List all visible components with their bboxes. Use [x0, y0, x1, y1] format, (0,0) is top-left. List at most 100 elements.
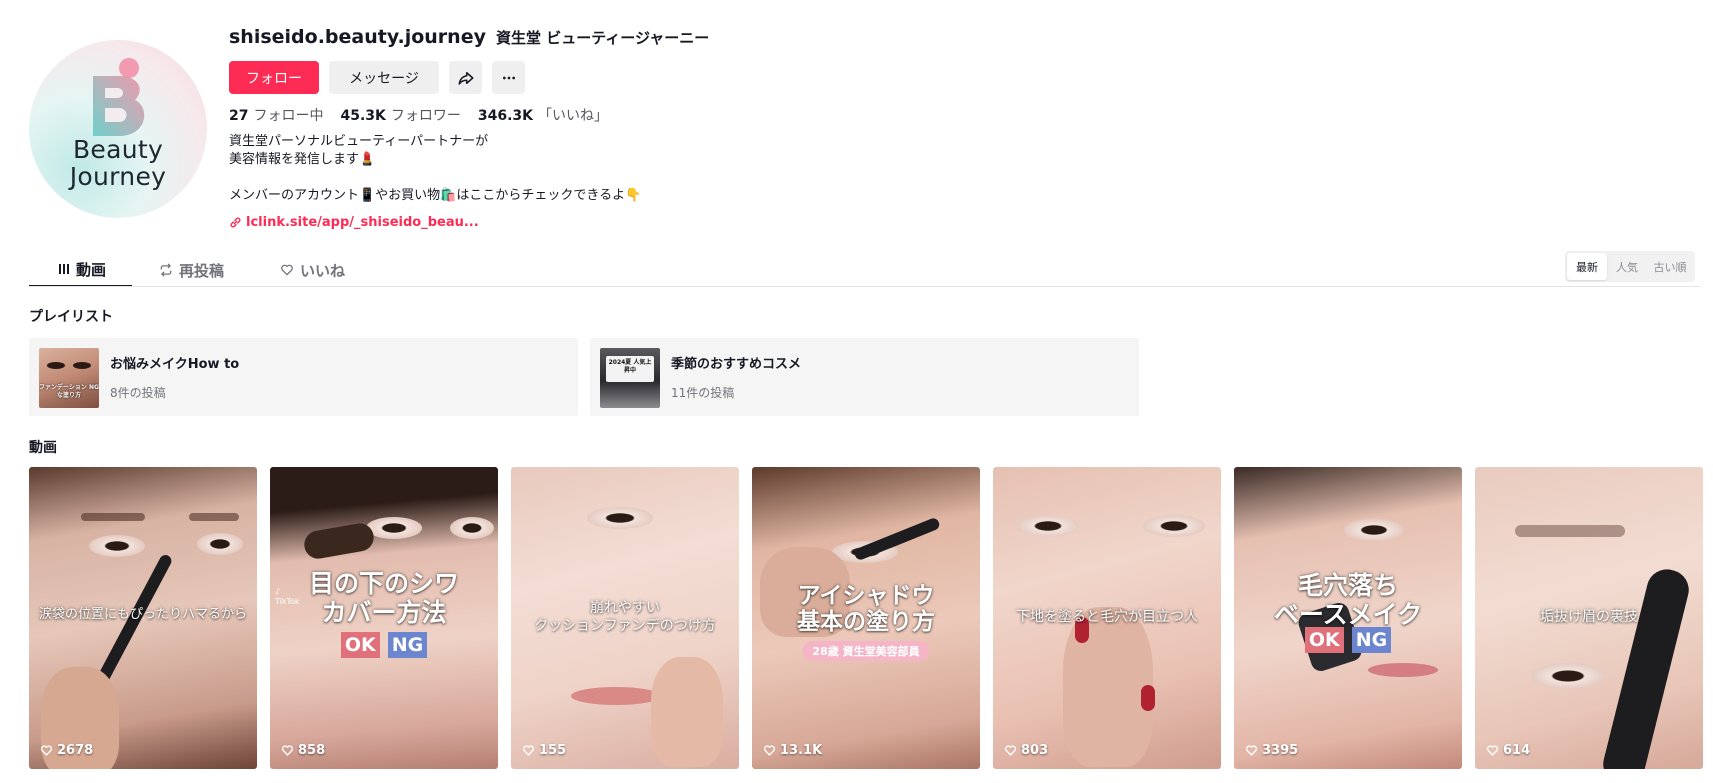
playlist-count: 11件の投稿	[671, 386, 735, 400]
view-count-value: 803	[1021, 743, 1049, 758]
bio-line: 美容情報を発信します💄	[229, 152, 376, 167]
view-count-value: 155	[539, 743, 567, 758]
eye-shape	[366, 517, 422, 539]
message-button[interactable]: メッセージ	[329, 61, 439, 94]
eye-shape	[450, 517, 494, 539]
avatar-wordmark: Beauty Journey	[29, 136, 207, 190]
follow-button[interactable]: フォロー	[229, 61, 319, 94]
video-card[interactable]: 毛穴落ち ベースメイク OK NG 3395	[1234, 467, 1462, 769]
eye-shape	[1143, 515, 1205, 537]
eye-shape	[1344, 519, 1404, 541]
tab-likes[interactable]: いいね	[280, 253, 345, 287]
creator-pill: 28歳 資生堂美容部員	[802, 641, 930, 661]
avatar-word-1: Beauty	[72, 135, 164, 164]
tab-videos-label: 動画	[76, 260, 107, 279]
following-count: 27	[229, 108, 249, 124]
sort-oldest[interactable]: 古い順	[1647, 253, 1693, 280]
view-count: 803	[1004, 743, 1048, 758]
repost-icon	[160, 263, 172, 277]
view-count-value: 858	[298, 743, 326, 758]
nickname: 資生堂 ビューティージャーニー	[495, 29, 710, 47]
view-count-value: 614	[1503, 743, 1531, 758]
share-button[interactable]	[449, 61, 482, 94]
video-card[interactable]: ♪ TikTok 目の下のシワ カバー方法 OK NG 858	[270, 467, 498, 769]
playlist-card[interactable]: ファンデーション NGな塗り方 お悩みメイクHow to 8件の投稿	[29, 338, 578, 416]
tab-reposts-label: 再投稿	[179, 261, 225, 280]
heart-outline-icon	[522, 745, 535, 756]
profile-title-row: shiseido.beauty.journey 資生堂 ビューティージャーニー	[229, 26, 709, 48]
likes-stat: 346.3K 「いいね」	[478, 105, 608, 125]
video-card[interactable]: 崩れやすい クッションファンデのつけ方 155	[511, 467, 739, 769]
video-grid: 涙袋の位置にもぴったりハマるから 2678 ♪ TikTok 目の下のシワ カバー…	[29, 467, 1703, 769]
video-card[interactable]: 垢抜け眉の裏技 614	[1475, 467, 1703, 769]
more-button[interactable]	[492, 61, 525, 94]
ok-ng-badges: OK NG	[1234, 627, 1462, 653]
caption-line: ベースメイク	[1273, 600, 1423, 629]
view-count: 2678	[40, 743, 93, 758]
playlist-thumb-text: 2024夏 人気上昇中	[608, 359, 652, 374]
profile-stats: 27 フォロー中 45.3K フォロワー 346.3K 「いいね」	[229, 105, 608, 125]
video-card[interactable]: アイシャドウ 基本の塗り方 28歳 資生堂美容部員 13.1K	[752, 467, 980, 769]
view-count: 13.1K	[763, 743, 822, 758]
followers-count: 45.3K	[340, 108, 386, 124]
more-dots-icon	[502, 76, 515, 79]
view-count: 858	[281, 743, 325, 758]
username: shiseido.beauty.journey	[229, 26, 486, 48]
caption-line: クッションファンデのつけ方	[534, 618, 716, 634]
playlist-card[interactable]: 2024夏 人気上昇中 季節のおすすめコスメ 11件の投稿	[590, 338, 1139, 416]
followers-label: フォロワー	[390, 108, 461, 124]
view-count-value: 13.1K	[780, 743, 823, 758]
followers-stat[interactable]: 45.3K フォロワー	[340, 105, 460, 125]
videos-heading: 動画	[29, 440, 57, 456]
video-card[interactable]: 下地を塗ると毛穴が目立つ人 803	[993, 467, 1221, 769]
share-icon	[458, 71, 473, 85]
profile-link[interactable]: lclink.site/app/_shiseido_beau...	[229, 215, 479, 230]
video-caption: 目の下のシワ カバー方法	[270, 569, 498, 627]
view-count: 155	[522, 743, 566, 758]
playlist-title: 季節のおすすめコスメ	[671, 357, 802, 372]
heart-outline-icon	[1004, 745, 1017, 756]
caption-line: アイシャドウ	[797, 583, 935, 609]
eye-shape	[89, 535, 145, 557]
caption-line: 崩れやすい	[590, 600, 660, 616]
sort-latest[interactable]: 最新	[1567, 253, 1607, 280]
playlist-title: お悩みメイクHow to	[110, 357, 240, 372]
profile-avatar[interactable]: Beauty Journey	[29, 40, 207, 218]
likes-label: 「いいね」	[538, 108, 609, 124]
tab-likes-label: いいね	[300, 261, 346, 280]
tabs-divider	[29, 286, 1700, 287]
eye-shape	[1017, 515, 1079, 537]
brow-shape	[189, 513, 239, 521]
brow-shape	[1515, 525, 1625, 537]
ng-badge: NG	[387, 632, 428, 658]
sort-popular[interactable]: 人気	[1607, 253, 1647, 280]
eye-shape	[1531, 663, 1605, 689]
lips-shape	[571, 687, 661, 705]
grid-icon	[59, 264, 69, 274]
tab-reposts[interactable]: 再投稿	[159, 253, 224, 287]
following-stat[interactable]: 27 フォロー中	[229, 105, 323, 125]
tab-videos[interactable]: 動画	[29, 253, 132, 287]
caption-line: 目の下のシワ	[308, 569, 459, 598]
video-card[interactable]: 涙袋の位置にもぴったりハマるから 2678	[29, 467, 257, 769]
view-count: 3395	[1245, 743, 1298, 758]
ok-ng-badges: OK NG	[270, 632, 498, 658]
likes-count: 346.3K	[477, 108, 534, 124]
video-caption: 垢抜け眉の裏技	[1540, 609, 1638, 625]
heart-outline-icon	[763, 745, 776, 756]
playlist-count: 8件の投稿	[110, 386, 166, 400]
profile-link-text: lclink.site/app/_shiseido_beau...	[246, 215, 479, 230]
video-caption: アイシャドウ 基本の塗り方	[752, 583, 980, 635]
eye-shape	[197, 533, 243, 555]
sort-switcher: 最新 人気 古い順	[1565, 251, 1695, 282]
brow-shape	[81, 513, 145, 521]
eye-shape	[587, 507, 653, 529]
following-label: フォロー中	[253, 108, 324, 124]
hand-shape	[651, 657, 723, 767]
link-icon	[230, 217, 241, 228]
liked-heart-icon	[281, 264, 293, 276]
video-caption: 毛穴落ち ベースメイク	[1234, 571, 1462, 629]
lips-shape	[1368, 663, 1438, 677]
profile-actions: フォロー メッセージ	[229, 61, 525, 94]
nail-shape	[1141, 685, 1155, 711]
